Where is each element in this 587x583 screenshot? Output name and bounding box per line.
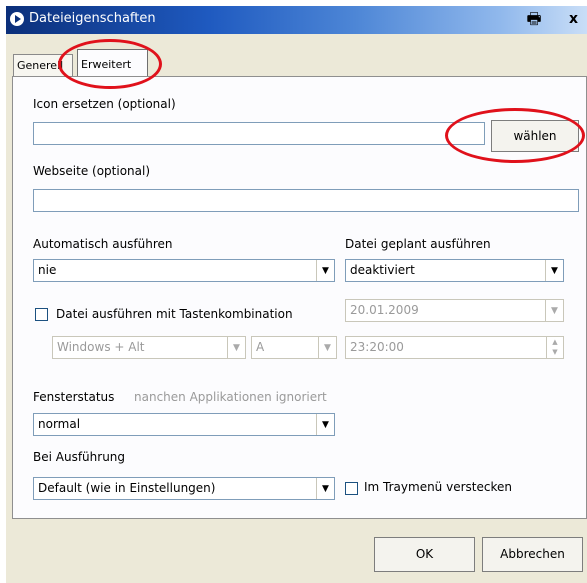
scheduled-label: Datei geplant ausführen xyxy=(345,237,491,251)
window-state-selected: normal xyxy=(38,417,81,431)
ok-button[interactable]: OK xyxy=(374,537,475,572)
window-state-select[interactable]: normal ▼ xyxy=(33,413,335,436)
website-label: Webseite (optional) xyxy=(33,164,151,178)
scheduled-date: 20.01.2009 xyxy=(350,303,419,317)
cancel-button[interactable]: Abbrechen xyxy=(482,537,583,572)
scheduled-date-input: 20.01.2009 ▼ xyxy=(345,299,564,322)
hotkey-key-select: A ▼ xyxy=(251,336,337,359)
tab-advanced[interactable]: Erweitert xyxy=(77,49,148,77)
spin-up-icon: ▲ xyxy=(552,338,558,346)
chevron-down-icon: ▼ xyxy=(545,300,563,321)
chevron-down-icon[interactable]: ▼ xyxy=(316,414,334,435)
website-input[interactable] xyxy=(33,189,579,212)
spin-down-icon: ▼ xyxy=(552,348,558,356)
chevron-down-icon[interactable]: ▼ xyxy=(316,260,334,281)
time-spinner: ▲ ▼ xyxy=(546,337,563,358)
on-execute-select[interactable]: Default (wie in Einstellungen) ▼ xyxy=(33,477,335,500)
on-execute-selected: Default (wie in Einstellungen) xyxy=(38,481,216,495)
scheduled-selected: deaktiviert xyxy=(350,263,415,277)
tray-checkbox[interactable] xyxy=(345,482,358,495)
chevron-down-icon: ▼ xyxy=(318,337,336,358)
scheduled-select[interactable]: deaktiviert ▼ xyxy=(345,259,564,282)
autorun-select[interactable]: nie ▼ xyxy=(33,259,335,282)
hotkey-modifier: Windows + Alt xyxy=(57,340,145,354)
hotkey-key: A xyxy=(256,340,265,354)
window-state-hint: nanchen Applikationen ignoriert xyxy=(134,390,327,404)
app-logo-icon xyxy=(10,12,24,26)
window-state-label: Fensterstatus xyxy=(33,390,115,404)
close-icon[interactable]: x xyxy=(569,9,587,29)
autorun-label: Automatisch ausführen xyxy=(33,237,173,251)
tray-label: Im Traymenü verstecken xyxy=(364,480,512,494)
scheduled-time-input: 23:20:00 ▲ ▼ xyxy=(345,336,564,359)
choose-icon-button[interactable]: wählen xyxy=(491,120,579,152)
chevron-down-icon[interactable]: ▼ xyxy=(316,478,334,499)
scheduled-time: 23:20:00 xyxy=(350,340,404,354)
chevron-down-icon: ▼ xyxy=(227,337,245,358)
icon-label: Icon ersetzen (optional) xyxy=(33,97,176,111)
tab-general[interactable]: Generell xyxy=(13,54,73,76)
autorun-selected: nie xyxy=(38,263,57,277)
hotkey-label: Datei ausführen mit Tastenkombination xyxy=(56,307,293,321)
on-execute-label: Bei Ausführung xyxy=(33,450,126,464)
chevron-down-icon[interactable]: ▼ xyxy=(545,260,563,281)
printer-icon[interactable]: 🖶 xyxy=(524,10,544,28)
hotkey-modifier-select: Windows + Alt ▼ xyxy=(52,336,246,359)
icon-path-input[interactable] xyxy=(33,122,485,145)
window-title: Dateieigenschaften xyxy=(29,11,156,26)
hotkey-checkbox[interactable] xyxy=(35,308,48,321)
